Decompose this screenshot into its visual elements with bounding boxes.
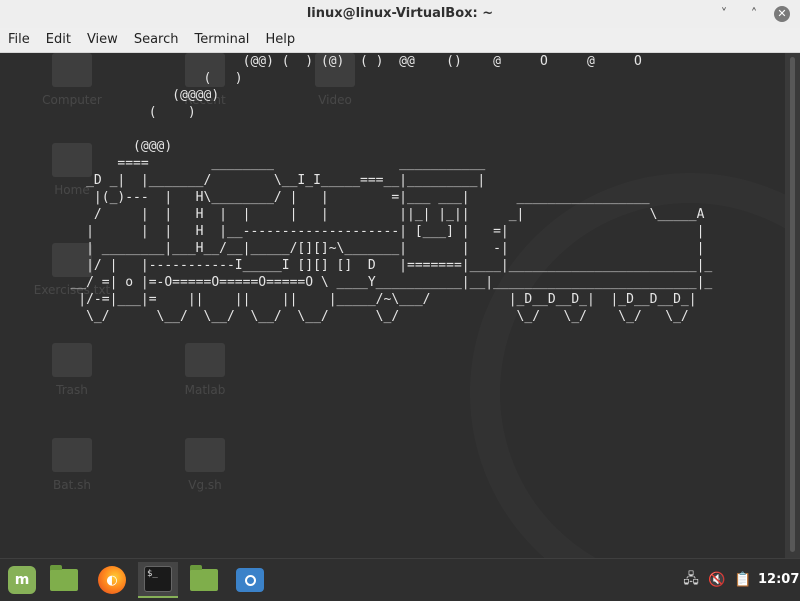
window-titlebar[interactable]: linux@linux-VirtualBox: ~ ˅ ˄ ✕ xyxy=(0,0,800,29)
terminal-output-area[interactable]: Computer Recent Video Home Exercises.txt… xyxy=(0,53,785,558)
folder-icon xyxy=(190,565,218,591)
terminal-taskbar-button[interactable]: $_ xyxy=(138,562,178,598)
desktop-icon-bat: Bat.sh xyxy=(32,438,112,492)
clipboard-icon[interactable]: 📋 xyxy=(732,559,754,601)
desktop-icon-matlab: Matlab xyxy=(165,343,245,397)
menu-bar: File Edit View Search Terminal Help xyxy=(0,28,800,53)
taskbar: m ◐ $_ 🖧 🔇 📋 12:07 xyxy=(0,558,800,601)
firefox-icon: ◐ xyxy=(98,566,126,594)
menu-search[interactable]: Search xyxy=(126,28,187,52)
linux-mint-logo-icon: m xyxy=(8,566,36,594)
scrollbar-thumb[interactable] xyxy=(790,57,795,552)
desktop-icon-trash: Trash xyxy=(32,343,112,397)
terminal-icon: $_ xyxy=(144,566,172,592)
menu-help[interactable]: Help xyxy=(257,28,303,52)
show-desktop-button[interactable] xyxy=(44,562,84,598)
desktop-icon-vg: Vg.sh xyxy=(165,438,245,492)
network-icon[interactable]: 🖧 xyxy=(680,559,702,601)
clock[interactable]: 12:07 xyxy=(758,559,799,601)
sl-steam-locomotive-ascii: (@@) ( ) (@) ( ) @@ () @ O @ O ( ) (@@@@… xyxy=(70,54,713,324)
menu-view[interactable]: View xyxy=(79,28,126,52)
camera-icon xyxy=(236,568,264,592)
screenshot-launcher[interactable] xyxy=(230,562,270,598)
folder-icon xyxy=(50,565,78,591)
terminal-scrollbar[interactable] xyxy=(785,53,800,558)
maximize-icon[interactable]: ˄ xyxy=(744,4,764,24)
menu-button[interactable]: m xyxy=(2,562,42,598)
menu-file[interactable]: File xyxy=(0,28,38,52)
close-button[interactable]: ✕ xyxy=(772,4,792,24)
window-title: linux@linux-VirtualBox: ~ xyxy=(306,6,494,21)
firefox-launcher[interactable]: ◐ xyxy=(92,562,132,598)
menu-edit[interactable]: Edit xyxy=(38,28,79,52)
volume-muted-icon[interactable]: 🔇 xyxy=(706,559,728,601)
files-launcher[interactable] xyxy=(184,562,224,598)
menu-terminal[interactable]: Terminal xyxy=(186,28,257,52)
close-icon: ✕ xyxy=(774,6,790,22)
minimize-icon[interactable]: ˅ xyxy=(714,4,734,24)
